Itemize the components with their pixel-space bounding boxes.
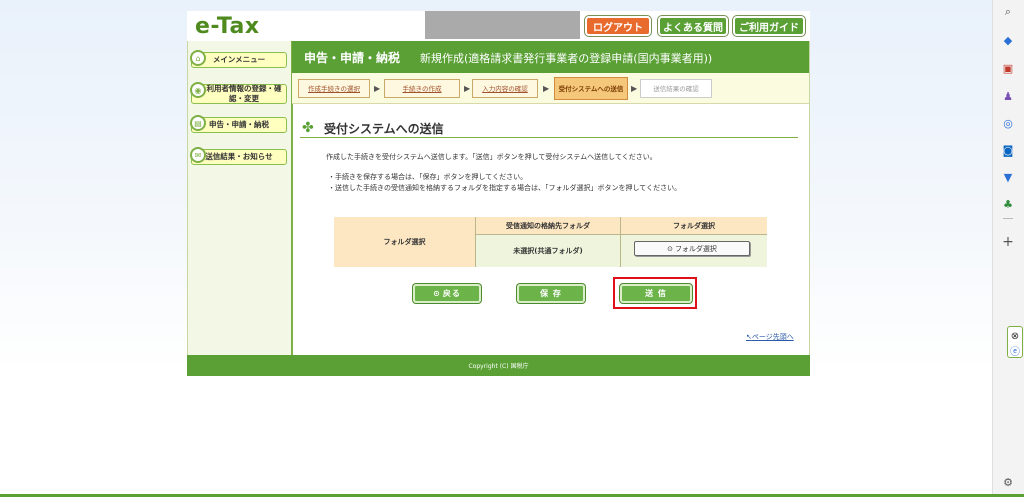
copilot-icon[interactable]: ◎ <box>1000 115 1016 131</box>
back-button[interactable]: ⊙ 戻る <box>413 284 481 303</box>
sidebar-item-label: メインメニュー <box>212 55 266 64</box>
page-top-label: ページ先頭へ <box>751 333 794 341</box>
clover-icon: ✤ <box>302 120 314 136</box>
people-icon[interactable]: ♟ <box>1000 88 1016 104</box>
tree-icon[interactable]: ♣ <box>1000 196 1016 212</box>
page-title: 申告・申請・納税 <box>304 51 401 65</box>
instruction-bullet: ・送信した手続きの受信通知を格納するフォルダを指定する場合は、「フォルダ選択」ボ… <box>328 184 682 192</box>
document-icon: ▤ <box>190 115 206 131</box>
outlook-icon[interactable]: ◙ <box>1000 142 1016 158</box>
mail-icon: ✉ <box>190 147 206 163</box>
step-create-procedure[interactable]: 手続きの作成 <box>384 79 460 98</box>
table-column-header: 受信通知の格納先フォルダ <box>476 217 621 235</box>
page-subtitle: 新規作成(適格請求書発行事業者の登録申請(国内事業者用)) <box>420 52 713 65</box>
step-select-procedure[interactable]: 作成手続きの選択 <box>298 79 370 98</box>
back-label: 戻る <box>442 289 461 298</box>
redacted-area <box>425 11 580 39</box>
tag-icon[interactable]: ◆ <box>1000 32 1016 48</box>
section-title: 受付システムへの送信 <box>324 122 444 136</box>
folder-select-button[interactable]: ⊙ フォルダ選択 <box>634 241 750 256</box>
edge-icon[interactable]: ⓔ <box>1007 342 1023 358</box>
table-row-header: フォルダ選択 <box>334 217 476 267</box>
section-divider <box>300 137 798 138</box>
instruction-text: 送信した手続きの受信通知を格納するフォルダを指定する場合は、「フォルダ選択」ボタ… <box>335 184 682 192</box>
sidebar-item-label: 利用者情報の登録・確認・変更 <box>206 84 282 103</box>
step-confirm-input[interactable]: 入力内容の確認 <box>472 79 538 98</box>
back-circle-icon: ⊙ <box>433 289 441 298</box>
step-arrow-icon: ▶ <box>464 84 471 93</box>
play-circle-icon: ⊙ <box>667 244 673 253</box>
add-icon[interactable]: + <box>1000 234 1016 250</box>
step-arrow-icon: ▶ <box>631 84 638 93</box>
instruction-text: 手続きを保存する場合は、「保存」ボタンを押してください。 <box>335 173 528 181</box>
folder-select-label: フォルダ選択 <box>674 244 717 253</box>
person-icon: ◉ <box>190 82 206 98</box>
search-icon[interactable]: ⌕ <box>1000 4 1016 20</box>
section-description: 作成した手続きを受付システムへ送信します。「送信」ボタンを押して受付システムへ送… <box>326 153 657 161</box>
step-confirm-result: 送信結果の確認 <box>640 79 712 98</box>
save-button[interactable]: 保 存 <box>517 284 585 303</box>
table-column-header: フォルダ選択 <box>621 217 767 235</box>
instruction-bullet: ・手続きを保存する場合は、「保存」ボタンを押してください。 <box>328 173 528 181</box>
toolbox-icon[interactable]: ▣ <box>1000 60 1016 76</box>
step-arrow-icon: ▶ <box>374 84 381 93</box>
etax-logo[interactable]: e-Tax <box>195 14 260 39</box>
sidebar-item-label: 申告・申請・納税 <box>209 120 269 129</box>
logout-button[interactable]: ログアウト <box>585 16 651 36</box>
step-arrow-icon: ▶ <box>543 84 550 93</box>
sidebar-item-label: 送信結果・お知らせ <box>205 152 273 161</box>
gear-icon[interactable]: ⚙ <box>1000 474 1016 490</box>
step-send-to-system: 受付システムへの送信 <box>554 77 628 100</box>
sidebar-divider <box>1003 218 1013 219</box>
shopping-icon[interactable]: ▼ <box>1000 169 1016 185</box>
faq-button[interactable]: よくある質問 <box>658 16 728 36</box>
guide-button[interactable]: ご利用ガイド <box>733 16 805 36</box>
footer-copyright: Copyright (C) 国税庁 <box>187 355 810 376</box>
page-top-link[interactable]: ↖ページ先頭へ <box>746 332 794 342</box>
highlight-box <box>613 277 697 309</box>
selected-folder-value: 未選択(共通フォルダ) <box>476 235 621 267</box>
home-icon: ⌂ <box>190 50 206 66</box>
